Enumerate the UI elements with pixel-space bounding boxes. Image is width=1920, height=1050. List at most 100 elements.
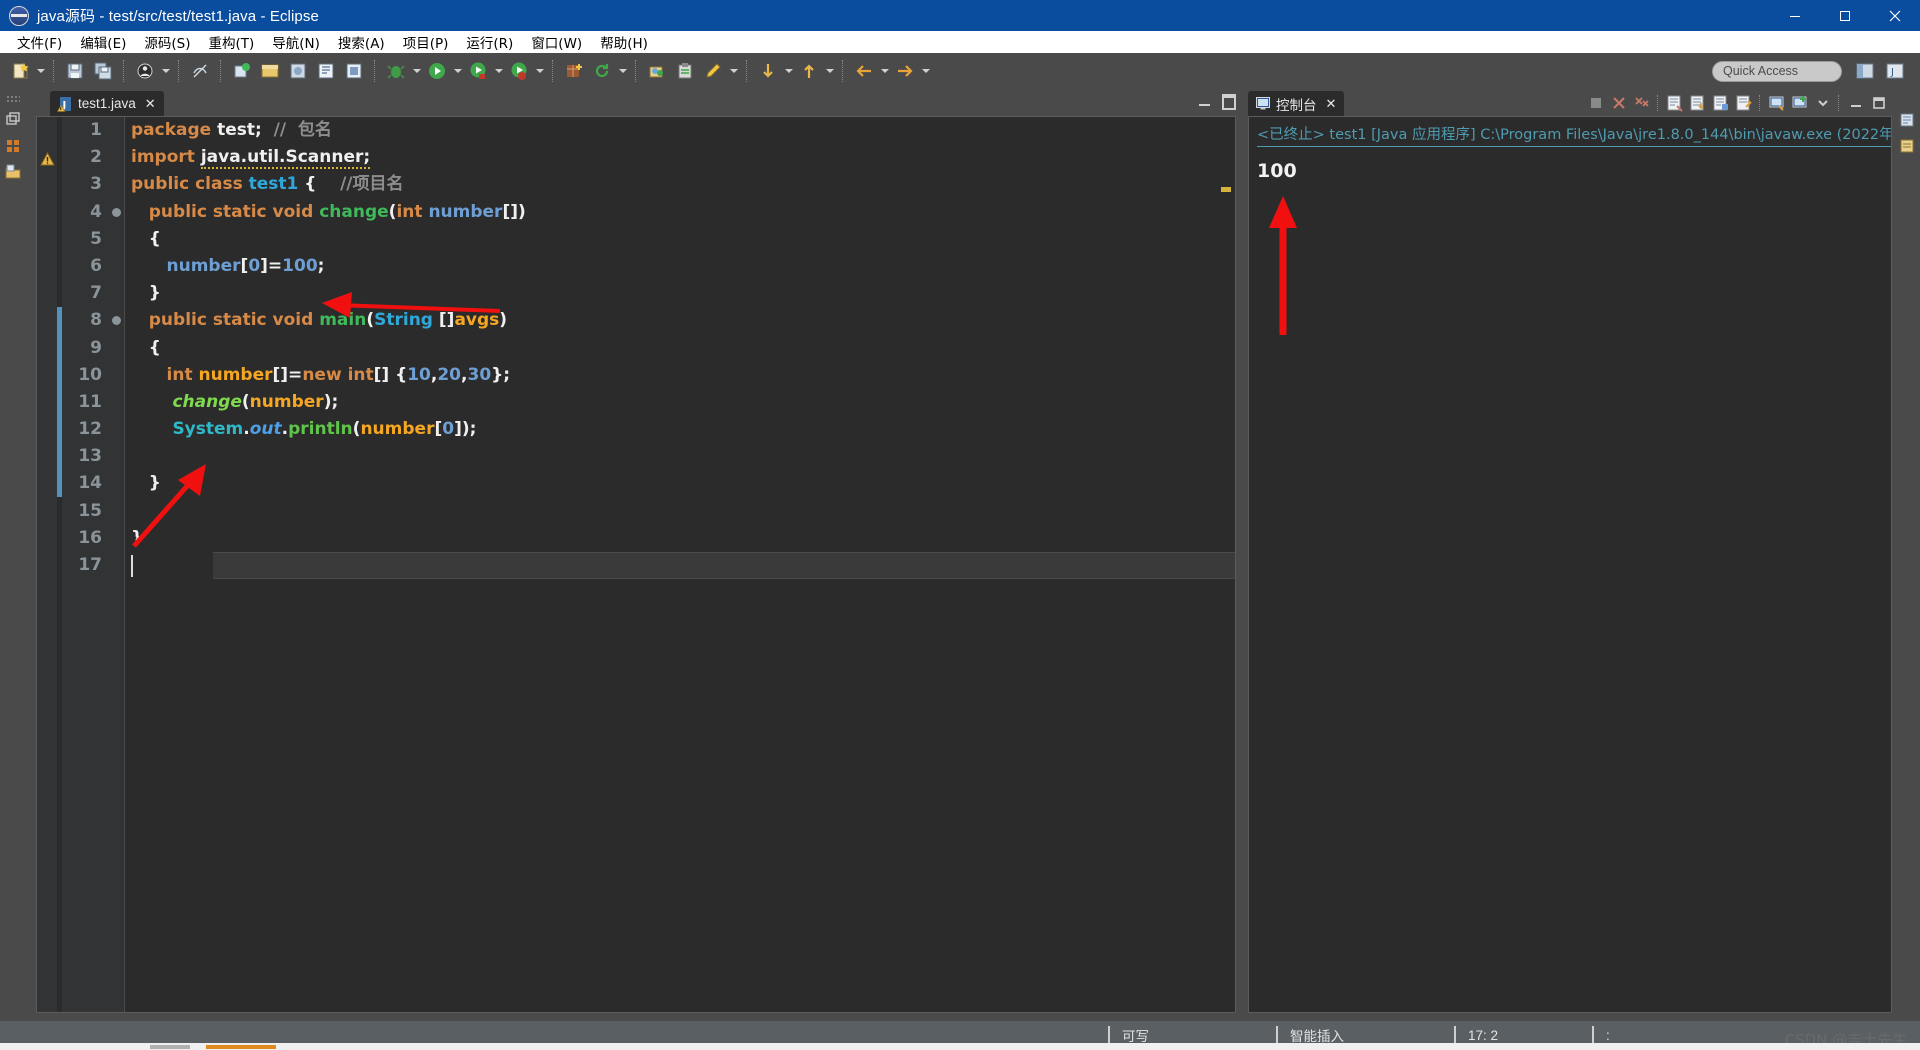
print-button[interactable]	[133, 59, 157, 83]
save-all-button[interactable]	[91, 59, 115, 83]
run-button[interactable]	[425, 59, 449, 83]
menu-search[interactable]: 搜索(A)	[329, 30, 394, 54]
prev-annotation-button[interactable]	[797, 59, 821, 83]
debug-button[interactable]	[384, 59, 408, 83]
new-wizard-dropdown-icon[interactable]	[34, 59, 47, 83]
package-explorer-icon[interactable]	[4, 137, 24, 157]
taskbar-item[interactable]	[150, 1045, 190, 1049]
code-line-7[interactable]: }	[125, 280, 1235, 307]
project-explorer-icon[interactable]	[4, 163, 24, 183]
console-tab-close-icon[interactable]: ✕	[1326, 97, 1337, 110]
code-line-2[interactable]: import java.util.Scanner;	[125, 144, 1235, 171]
terminate-button[interactable]	[1585, 92, 1606, 113]
warning-marker-icon[interactable]	[40, 151, 55, 167]
restore-view-icon[interactable]	[4, 111, 24, 131]
code-line-9[interactable]: {	[125, 335, 1235, 362]
editor-annotation-ruler[interactable]	[37, 117, 57, 1012]
next-annotation-button[interactable]	[756, 59, 780, 83]
code-line-1[interactable]: package test; // 包名	[125, 117, 1235, 144]
menu-navigate[interactable]: 导航(N)	[263, 30, 329, 54]
code-line-16[interactable]: }	[125, 525, 1235, 552]
menu-source[interactable]: 源码(S)	[135, 30, 199, 54]
refresh-dropdown-icon[interactable]	[616, 59, 629, 83]
editor-maximize-icon[interactable]	[1222, 94, 1236, 110]
external-tools-dropdown-icon[interactable]	[533, 59, 546, 83]
menu-project[interactable]: 项目(P)	[394, 30, 458, 54]
menu-edit[interactable]: 编辑(E)	[71, 30, 135, 54]
refresh-button[interactable]	[590, 59, 614, 83]
menu-window[interactable]: 窗口(W)	[522, 30, 591, 54]
editor-tab-close-icon[interactable]: ✕	[145, 97, 156, 110]
pencil-button[interactable]	[701, 59, 725, 83]
java-perspective-button[interactable]: J	[1882, 59, 1908, 83]
editor-body[interactable]: 1 2 3 4 5 6 7 8 9 10 11 12 13 14 15 16 1	[36, 116, 1236, 1013]
clear-console-button[interactable]	[1664, 92, 1685, 113]
pencil-dropdown-icon[interactable]	[727, 59, 740, 83]
editor-minimize-icon[interactable]	[1199, 97, 1210, 108]
word-wrap-button[interactable]	[1710, 92, 1731, 113]
editor-folding-ruler[interactable]	[110, 117, 125, 1012]
debug-dropdown-icon[interactable]	[410, 59, 423, 83]
pin-console-button[interactable]	[1733, 92, 1754, 113]
window-close-button[interactable]	[1870, 0, 1920, 31]
run-dropdown-icon[interactable]	[451, 59, 464, 83]
new-package-button[interactable]	[258, 59, 282, 83]
console-body[interactable]: <已终止> test1 [Java 应用程序] C:\Program Files…	[1248, 116, 1892, 1013]
console-tab[interactable]: 控制台 ✕	[1248, 91, 1345, 116]
print-dropdown-icon[interactable]	[159, 59, 172, 83]
code-line-11[interactable]: change(number);	[125, 389, 1235, 416]
menu-file[interactable]: 文件(F)	[8, 30, 71, 54]
back-button[interactable]	[852, 59, 876, 83]
code-line-3[interactable]: public class test1 { //项目名	[125, 171, 1235, 198]
mark-occurrences-button[interactable]	[188, 59, 212, 83]
editor-tab-test1-java[interactable]: J test1.java ✕	[50, 91, 164, 116]
new-java-interface-button[interactable]	[314, 59, 338, 83]
console-minimize-button[interactable]	[1845, 92, 1866, 113]
menu-refactor[interactable]: 重构(T)	[200, 30, 264, 54]
new-jpa-button[interactable]	[562, 59, 586, 83]
save-button[interactable]	[63, 59, 87, 83]
coverage-dropdown-icon[interactable]	[492, 59, 505, 83]
remove-all-terminated-button[interactable]	[1631, 92, 1652, 113]
new-java-project-button[interactable]	[230, 59, 254, 83]
open-console-button[interactable]	[1789, 92, 1810, 113]
overview-ruler-warning-mark[interactable]	[1221, 187, 1231, 192]
fold-marker-icon[interactable]	[112, 207, 121, 217]
scroll-lock-button[interactable]	[1687, 92, 1708, 113]
new-enum-button[interactable]	[342, 59, 366, 83]
display-selected-console-button[interactable]	[1766, 92, 1787, 113]
forward-dropdown-icon[interactable]	[919, 59, 932, 83]
code-line-4[interactable]: public static void change(int number[])	[125, 199, 1235, 226]
external-tools-button[interactable]	[507, 59, 531, 83]
back-dropdown-icon[interactable]	[878, 59, 891, 83]
code-line-5[interactable]: {	[125, 226, 1235, 253]
code-line-6[interactable]: number[0]=100;	[125, 253, 1235, 280]
new-java-class-button[interactable]	[286, 59, 310, 83]
outline-view-icon[interactable]	[1898, 111, 1918, 131]
task-list-icon[interactable]	[1898, 137, 1918, 157]
run-coverage-button[interactable]	[466, 59, 490, 83]
window-maximize-button[interactable]	[1820, 0, 1870, 31]
console-maximize-button[interactable]	[1868, 92, 1889, 113]
open-perspective-button[interactable]	[1852, 59, 1878, 83]
quick-access-input[interactable]: Quick Access	[1712, 60, 1842, 82]
fold-marker-icon[interactable]	[112, 316, 121, 326]
new-wizard-button[interactable]	[8, 59, 32, 83]
code-line-14[interactable]: }	[125, 470, 1235, 497]
window-minimize-button[interactable]	[1770, 0, 1820, 31]
next-annotation-dropdown-icon[interactable]	[782, 59, 795, 83]
open-type-button[interactable]	[645, 59, 669, 83]
menu-run[interactable]: 运行(R)	[457, 30, 522, 54]
remove-launch-button[interactable]	[1608, 92, 1629, 113]
code-line-13[interactable]	[125, 443, 1235, 470]
code-line-10[interactable]: int number[]=new int[] {10,20,30};	[125, 362, 1235, 389]
open-task-button[interactable]	[673, 59, 697, 83]
editor-line-number-ruler[interactable]: 1 2 3 4 5 6 7 8 9 10 11 12 13 14 15 16 1	[62, 117, 110, 1012]
code-line-8[interactable]: public static void main(String []avgs)	[125, 307, 1235, 334]
menu-help[interactable]: 帮助(H)	[591, 30, 657, 54]
code-line-12[interactable]: System.out.println(number[0]);	[125, 416, 1235, 443]
editor-source-area[interactable]: package test; // 包名 import java.util.Sca…	[125, 117, 1235, 1012]
strip-drag-handle[interactable]	[6, 95, 20, 102]
forward-button[interactable]	[893, 59, 917, 83]
code-line-15[interactable]	[125, 498, 1235, 525]
